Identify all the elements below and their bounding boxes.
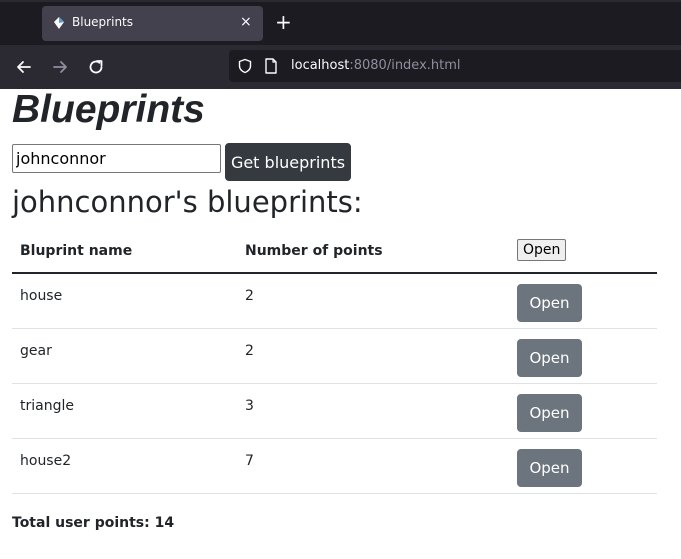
blueprint-name: house [12, 273, 237, 329]
open-blueprint-button[interactable]: Open [517, 338, 582, 377]
author-input[interactable] [12, 144, 221, 173]
table-row: house2 7 Open [12, 438, 657, 494]
blueprint-name: triangle [12, 383, 237, 439]
blueprints-table: Bluprint name Number of points Open hous… [12, 230, 657, 494]
blueprint-points: 3 [237, 383, 509, 439]
open-blueprint-button[interactable]: Open [517, 393, 582, 432]
url-text[interactable]: localhost:8080/index.html [291, 58, 461, 73]
browser-nav-bar: localhost:8080/index.html [0, 45, 681, 89]
blueprints-subtitle: johnconnor's blueprints: [12, 185, 363, 219]
total-user-points: Total user points: 14 [12, 515, 175, 531]
address-bar[interactable]: localhost:8080/index.html [229, 50, 681, 82]
table-row: triangle 3 Open [12, 383, 657, 439]
page-content: Blueprints Get blueprints johnconnor's b… [12, 88, 669, 531]
shield-icon[interactable] [237, 58, 253, 74]
reload-icon[interactable] [85, 56, 107, 78]
tab-bar-edge [0, 0, 681, 2]
open-blueprint-button[interactable]: Open [517, 448, 582, 487]
blueprint-action: Open [509, 438, 657, 494]
header-open-button[interactable]: Open [517, 238, 567, 261]
column-header-name: Bluprint name [12, 230, 237, 274]
tab-close-icon[interactable]: × [240, 14, 252, 30]
open-blueprint-button[interactable]: Open [517, 284, 582, 322]
back-arrow-icon[interactable] [13, 56, 35, 78]
page-title: Blueprints [12, 88, 205, 131]
column-header-action: Open [509, 230, 657, 274]
blueprint-action: Open [509, 273, 657, 329]
blueprint-name: gear [12, 328, 237, 384]
page-favicon-icon [54, 17, 64, 29]
blueprint-points: 2 [237, 328, 509, 384]
blueprint-action: Open [509, 328, 657, 384]
browser-tab-blueprints[interactable]: Blueprints × [42, 6, 263, 41]
tab-title: Blueprints [72, 15, 134, 29]
table-header-row: Bluprint name Number of points Open [12, 230, 657, 274]
blueprint-name: house2 [12, 438, 237, 494]
page-info-icon[interactable] [264, 58, 278, 74]
url-host: localhost [291, 58, 350, 73]
blueprint-points: 2 [237, 273, 509, 329]
table-row: house 2 Open [12, 273, 657, 329]
forward-arrow-icon[interactable] [49, 56, 71, 78]
blueprint-points: 7 [237, 438, 509, 494]
blueprint-action: Open [509, 383, 657, 439]
table-row: gear 2 Open [12, 328, 657, 384]
url-path: :8080/index.html [349, 58, 461, 73]
column-header-points: Number of points [237, 230, 509, 274]
new-tab-icon[interactable]: + [275, 12, 292, 32]
get-blueprints-button[interactable]: Get blueprints [225, 143, 351, 181]
browser-tab-bar: Blueprints × + [0, 0, 681, 45]
